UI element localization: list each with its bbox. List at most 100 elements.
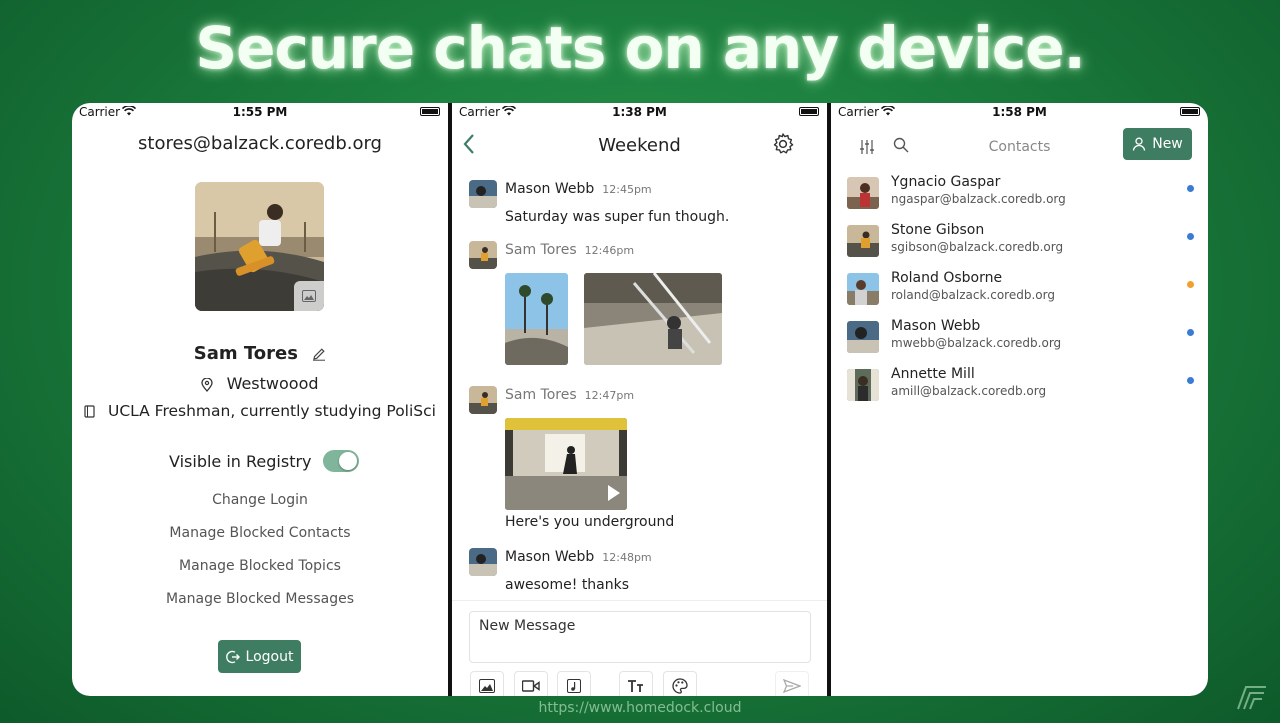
- palette-icon: [672, 678, 688, 694]
- avatar: [847, 225, 879, 257]
- gear-icon[interactable]: [771, 132, 795, 156]
- device-frame: Carrier 1:55 PM stores@balzack.coredb.or…: [72, 103, 1208, 696]
- change-login-link[interactable]: Change Login: [72, 492, 448, 508]
- registry-label: Visible in Registry: [169, 451, 312, 471]
- audio-icon: [567, 679, 581, 693]
- profile-bio: UCLA Freshman, currently studying PoliSc…: [107, 402, 436, 420]
- contact-row[interactable]: Ygnacio Gaspar ngaspar@balzack.coredb.or…: [847, 174, 1194, 218]
- location-pin-icon: [201, 377, 214, 392]
- status-dot: [1187, 233, 1194, 240]
- contact-email: ngaspar@balzack.coredb.org: [891, 192, 1066, 206]
- avatar: [847, 177, 879, 209]
- profile-location-row: Westwoood: [72, 374, 448, 393]
- video-attachment[interactable]: [505, 418, 627, 510]
- contact-name: Stone Gibson: [891, 222, 985, 238]
- battery-icon: [420, 107, 440, 116]
- change-photo-button[interactable]: [294, 281, 324, 311]
- attach-video-button[interactable]: [514, 671, 548, 696]
- text-format-button[interactable]: [619, 671, 653, 696]
- clock: 1:58 PM: [992, 105, 1047, 119]
- divider: [452, 600, 827, 601]
- contact-name: Mason Webb: [891, 318, 981, 334]
- manage-blocked-messages-link[interactable]: Manage Blocked Messages: [72, 591, 448, 607]
- text-format-icon: [628, 680, 643, 692]
- message-time: 12:46pm: [584, 244, 635, 257]
- contact-email: amill@balzack.coredb.org: [891, 384, 1047, 398]
- logout-icon: [225, 650, 240, 663]
- message-text: Saturday was super fun though.: [505, 209, 730, 225]
- status-bar: Carrier 1:55 PM: [72, 103, 448, 121]
- message-item: Sam Tores 12:46pm: [469, 241, 817, 371]
- new-contact-button[interactable]: New: [1123, 128, 1192, 160]
- profile-name-row: Sam Tores: [72, 343, 448, 364]
- message-sender: Sam Tores 12:47pm: [505, 387, 635, 403]
- status-dot: [1187, 185, 1194, 192]
- send-icon: [783, 679, 801, 693]
- contact-email: sgibson@balzack.coredb.org: [891, 240, 1064, 254]
- image-attachment[interactable]: [584, 273, 722, 365]
- logout-label: Logout: [245, 648, 294, 665]
- add-user-icon: [1133, 137, 1146, 151]
- profile-photo[interactable]: [195, 182, 324, 311]
- profile-screen: Carrier 1:55 PM stores@balzack.coredb.or…: [72, 103, 448, 696]
- status-dot: [1187, 329, 1194, 336]
- footer-url: https://www.homedock.cloud: [538, 700, 742, 716]
- contacts-screen: Carrier 1:58 PM Contacts New Ygnacio Gas…: [831, 103, 1208, 696]
- message-text: Here's you underground: [505, 514, 675, 530]
- contact-row[interactable]: Stone Gibson sgibson@balzack.coredb.org: [847, 222, 1194, 266]
- manage-blocked-contacts-link[interactable]: Manage Blocked Contacts: [72, 525, 448, 541]
- contact-row[interactable]: Annette Mill amill@balzack.coredb.org: [847, 366, 1194, 410]
- message-time: 12:47pm: [584, 389, 635, 402]
- status-bar: Carrier 1:38 PM: [452, 103, 827, 121]
- contact-email: mwebb@balzack.coredb.org: [891, 336, 1062, 350]
- avatar: [469, 180, 497, 208]
- headline: Secure chats on any device.: [195, 14, 1085, 82]
- contact-row[interactable]: Mason Webb mwebb@balzack.coredb.org: [847, 318, 1194, 362]
- avatar: [847, 273, 879, 305]
- clock: 1:38 PM: [612, 105, 667, 119]
- message-item: Sam Tores 12:47pm Here's you underground: [469, 386, 817, 536]
- battery-icon: [1180, 107, 1200, 116]
- message-text: awesome! thanks: [505, 577, 630, 593]
- message-time: 12:48pm: [602, 551, 652, 564]
- avatar: [469, 241, 497, 269]
- video-icon: [522, 680, 540, 692]
- avatar: [469, 386, 497, 414]
- image-attachment[interactable]: [505, 273, 568, 365]
- contacts-header: Contacts New: [831, 125, 1208, 165]
- message-item: Mason Webb 12:45pm Saturday was super fun…: [469, 180, 817, 230]
- avatar: [469, 548, 497, 576]
- message-sender: Mason Webb 12:48pm: [505, 549, 652, 565]
- contact-name: Roland Osborne: [891, 270, 1003, 286]
- message-item: Mason Webb 12:48pm awesome! thanks: [469, 548, 817, 598]
- edit-pencil-icon[interactable]: [312, 347, 326, 361]
- contact-email: roland@balzack.coredb.org: [891, 288, 1055, 302]
- attach-image-button[interactable]: [470, 671, 504, 696]
- status-dot: [1187, 281, 1194, 288]
- attach-audio-button[interactable]: [557, 671, 591, 696]
- image-icon: [479, 679, 495, 693]
- message-input-placeholder: New Message: [479, 618, 576, 634]
- profile-name: Sam Tores: [193, 343, 298, 364]
- registry-toggle[interactable]: [322, 450, 359, 472]
- color-button[interactable]: [663, 671, 697, 696]
- send-button[interactable]: [775, 671, 809, 696]
- manage-blocked-topics-link[interactable]: Manage Blocked Topics: [72, 558, 448, 574]
- contact-row[interactable]: Roland Osborne roland@balzack.coredb.org: [847, 270, 1194, 314]
- message-sender: Sam Tores 12:46pm: [505, 242, 635, 258]
- message-sender: Mason Webb 12:45pm: [505, 181, 652, 197]
- status-dot: [1187, 377, 1194, 384]
- account-email: stores@balzack.coredb.org: [138, 133, 382, 154]
- battery-icon: [799, 107, 819, 116]
- chat-screen: Carrier 1:38 PM Weekend Mason Webb 12:45p…: [452, 103, 827, 696]
- message-time: 12:45pm: [602, 183, 652, 196]
- new-contact-label: New: [1152, 136, 1183, 152]
- logout-button[interactable]: Logout: [218, 640, 301, 673]
- message-input[interactable]: New Message: [469, 611, 811, 663]
- avatar: [847, 369, 879, 401]
- registry-visibility-row: Visible in Registry: [169, 450, 359, 472]
- profile-bio-row: UCLA Freshman, currently studying PoliSc…: [72, 402, 448, 420]
- profile-location: Westwoood: [226, 374, 319, 393]
- image-icon: [302, 290, 316, 302]
- contact-name: Annette Mill: [891, 366, 975, 382]
